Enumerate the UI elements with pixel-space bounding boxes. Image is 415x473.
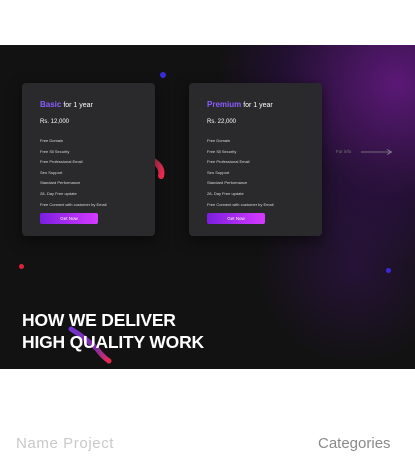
- decor-dot-red: [19, 264, 24, 269]
- plan-title: Premium for 1 year: [207, 100, 273, 109]
- feature-item: 28- Day Free update: [40, 190, 77, 196]
- plan-name: Premium: [207, 100, 242, 109]
- plan-name: Basic: [40, 100, 62, 109]
- get-now-button[interactable]: Get Now: [40, 213, 98, 224]
- headline-line-2: HIGH QUALITY WORK: [22, 332, 204, 352]
- feature-item: Free Domain: [207, 138, 231, 143]
- hero-banner: Basic for 1 year Rs. 12,000 Free Domain …: [0, 45, 415, 369]
- feature-item: Free Connect with customer by Email: [40, 201, 107, 207]
- name-project-label: Name Project: [16, 435, 115, 452]
- feature-item: Seo Support: [40, 169, 63, 175]
- get-now-button[interactable]: Get Now: [207, 213, 265, 224]
- feature-item: Standard Performance: [207, 180, 248, 186]
- feature-item: Seo Support: [207, 169, 230, 175]
- feature-item: Free Connect with customer by Email: [207, 201, 274, 207]
- plan-price: Rs. 12,000: [40, 119, 70, 125]
- feature-item: Free Professional Email: [40, 159, 83, 165]
- feature-item: Standard Performance: [40, 180, 81, 186]
- plan-title: Basic for 1 year: [40, 100, 93, 109]
- plan-period: for 1 year: [243, 102, 273, 109]
- plan-price: Rs. 22,000: [207, 119, 237, 125]
- pricing-card-basic: Basic for 1 year Rs. 12,000 Free Domain …: [22, 83, 155, 236]
- more-info-link[interactable]: For info: [336, 149, 351, 154]
- categories-label: Categories: [318, 435, 391, 452]
- feature-item: Free Professional Email: [207, 159, 250, 165]
- feature-list: Free Domain Free Sll Security Free Profe…: [40, 136, 106, 210]
- arrow-right-icon[interactable]: [361, 149, 393, 155]
- decor-dot-blue: [160, 72, 166, 78]
- feature-item: Free Sll Security: [40, 148, 70, 154]
- feature-item: 28- Day Free update: [207, 190, 244, 196]
- hero-headline: HOW WE DELIVER HIGH QUALITY WORK: [22, 309, 204, 353]
- feature-list: Free Domain Free Sll Security Free Profe…: [207, 136, 273, 210]
- plan-period: for 1 year: [63, 102, 93, 109]
- decor-dot-blue-right: [386, 268, 391, 273]
- feature-item: Free Domain: [40, 138, 64, 143]
- pricing-card-premium: Premium for 1 year Rs. 22,000 Free Domai…: [189, 83, 322, 236]
- feature-item: Free Sll Security: [207, 148, 237, 154]
- headline-line-1: HOW WE DELIVER: [22, 310, 176, 330]
